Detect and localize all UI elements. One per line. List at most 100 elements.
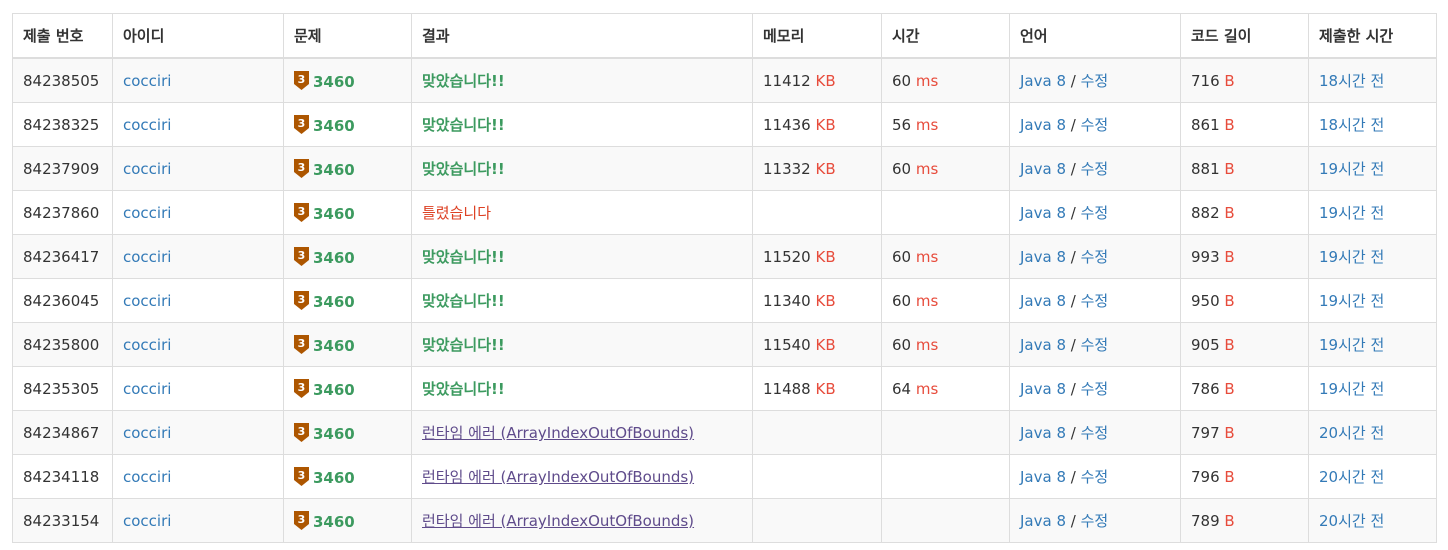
submitted-at-link[interactable]: 19시간 전 [1319, 160, 1384, 178]
user-id-link[interactable]: cocciri [123, 336, 171, 354]
memory-value: 11436 [763, 115, 811, 134]
submitted-at-link[interactable]: 20시간 전 [1319, 468, 1384, 486]
language-link[interactable]: Java 8 [1020, 72, 1066, 90]
table-row: 84237909 cocciri 3 3460 맞았습니다!! 11332 KB… [12, 146, 1437, 191]
problem-link[interactable]: 3460 [313, 117, 355, 135]
language-link[interactable]: Java 8 [1020, 248, 1066, 266]
edit-link[interactable]: 수정 [1081, 160, 1109, 178]
user-id-link[interactable]: cocciri [123, 468, 171, 486]
code-length-link[interactable]: 861 B [1191, 116, 1235, 134]
language-link[interactable]: Java 8 [1020, 292, 1066, 310]
edit-link[interactable]: 수정 [1081, 292, 1109, 310]
table-row: 84235800 cocciri 3 3460 맞았습니다!! 11540 KB… [12, 322, 1437, 367]
submitted-at-link[interactable]: 18시간 전 [1319, 72, 1384, 90]
language-cell: Java 8 / 수정 [1009, 190, 1181, 235]
problem-link[interactable]: 3460 [313, 425, 355, 443]
code-length-link[interactable]: 905 B [1191, 336, 1235, 354]
language-link[interactable]: Java 8 [1020, 468, 1066, 486]
problem-link[interactable]: 3460 [313, 161, 355, 179]
table-row: 84234867 cocciri 3 3460 런타임 에러 (ArrayInd… [12, 410, 1437, 455]
user-id-link[interactable]: cocciri [123, 204, 171, 222]
result-cell: 맞았습니다!! [411, 234, 753, 279]
problem-link[interactable]: 3460 [313, 469, 355, 487]
table-row: 84235305 cocciri 3 3460 맞았습니다!! 11488 KB… [12, 366, 1437, 411]
code-length-cell: 950 B [1180, 278, 1309, 323]
table-row: 84233154 cocciri 3 3460 런타임 에러 (ArrayInd… [12, 498, 1437, 543]
memory-cell: 11436 KB [752, 102, 882, 147]
submitted-at-link[interactable]: 19시간 전 [1319, 204, 1384, 222]
problem-link[interactable]: 3460 [313, 381, 355, 399]
result-cell: 런타임 에러 (ArrayIndexOutOfBounds) [411, 498, 753, 543]
memory-value: 11540 [763, 335, 811, 354]
submitted-at-link[interactable]: 20시간 전 [1319, 512, 1384, 530]
user-id-link[interactable]: cocciri [123, 160, 171, 178]
problem-link[interactable]: 3460 [313, 337, 355, 355]
memory-cell: 11540 KB [752, 322, 882, 367]
submitted-at-link[interactable]: 19시간 전 [1319, 292, 1384, 310]
user-id-link[interactable]: cocciri [123, 424, 171, 442]
result-text[interactable]: 런타임 에러 (ArrayIndexOutOfBounds) [422, 468, 694, 486]
memory-cell: 11340 KB [752, 278, 882, 323]
time-value-wrap: 60 ms [892, 336, 938, 354]
table-body: 84238505 cocciri 3 3460 맞았습니다!! 11412 KB… [12, 57, 1437, 543]
svg-text:3: 3 [298, 381, 306, 394]
user-id-link[interactable]: cocciri [123, 116, 171, 134]
header-user-id: 아이디 [112, 13, 284, 59]
edit-link[interactable]: 수정 [1081, 380, 1109, 398]
problem-link[interactable]: 3460 [313, 513, 355, 531]
memory-unit: KB [815, 115, 836, 134]
submitted-at-link[interactable]: 19시간 전 [1319, 336, 1384, 354]
code-length-link[interactable]: 796 B [1191, 468, 1235, 486]
result-cell: 틀렸습니다 [411, 190, 753, 235]
svg-text:3: 3 [298, 205, 306, 218]
user-id-link[interactable]: cocciri [123, 248, 171, 266]
language-link[interactable]: Java 8 [1020, 336, 1066, 354]
problem-link[interactable]: 3460 [313, 249, 355, 267]
submitted-at-link[interactable]: 18시간 전 [1319, 116, 1384, 134]
edit-link[interactable]: 수정 [1081, 116, 1109, 134]
user-id-link[interactable]: cocciri [123, 380, 171, 398]
language-link[interactable]: Java 8 [1020, 160, 1066, 178]
language-link[interactable]: Java 8 [1020, 512, 1066, 530]
user-id-link[interactable]: cocciri [123, 292, 171, 310]
code-length-link[interactable]: 950 B [1191, 292, 1235, 310]
code-length-link[interactable]: 789 B [1191, 512, 1235, 530]
header-submission-id: 제출 번호 [12, 13, 113, 59]
table-row: 84238325 cocciri 3 3460 맞았습니다!! 11436 KB… [12, 102, 1437, 147]
language-link[interactable]: Java 8 [1020, 204, 1066, 222]
problem-link[interactable]: 3460 [313, 205, 355, 223]
code-length-link[interactable]: 993 B [1191, 248, 1235, 266]
edit-link[interactable]: 수정 [1081, 468, 1109, 486]
edit-link[interactable]: 수정 [1081, 512, 1109, 530]
result-text[interactable]: 런타임 에러 (ArrayIndexOutOfBounds) [422, 424, 694, 442]
code-length-link[interactable]: 786 B [1191, 380, 1235, 398]
submitted-at-link[interactable]: 20시간 전 [1319, 424, 1384, 442]
submitted-at-link[interactable]: 19시간 전 [1319, 248, 1384, 266]
submitted-at-cell: 19시간 전 [1308, 278, 1437, 323]
code-length-link[interactable]: 882 B [1191, 204, 1235, 222]
user-id-cell: cocciri [112, 322, 284, 367]
edit-link[interactable]: 수정 [1081, 204, 1109, 222]
edit-link[interactable]: 수정 [1081, 336, 1109, 354]
problem-link[interactable]: 3460 [313, 293, 355, 311]
submitted-at-link[interactable]: 19시간 전 [1319, 380, 1384, 398]
submission-id-cell: 84235305 [12, 366, 113, 411]
code-length-cell: 905 B [1180, 322, 1309, 367]
memory-value-wrap: 11436 KB [763, 116, 836, 134]
edit-link[interactable]: 수정 [1081, 424, 1109, 442]
code-length-link[interactable]: 716 B [1191, 72, 1235, 90]
code-length-link[interactable]: 881 B [1191, 160, 1235, 178]
language-link[interactable]: Java 8 [1020, 116, 1066, 134]
problem-link[interactable]: 3460 [313, 73, 355, 91]
result-text[interactable]: 런타임 에러 (ArrayIndexOutOfBounds) [422, 512, 694, 530]
user-id-link[interactable]: cocciri [123, 512, 171, 530]
time-cell: 60 ms [881, 57, 1010, 103]
user-id-link[interactable]: cocciri [123, 72, 171, 90]
language-link[interactable]: Java 8 [1020, 380, 1066, 398]
edit-link[interactable]: 수정 [1081, 248, 1109, 266]
submission-id-cell: 84238325 [12, 102, 113, 147]
language-separator: / [1066, 468, 1081, 486]
edit-link[interactable]: 수정 [1081, 72, 1109, 90]
language-link[interactable]: Java 8 [1020, 424, 1066, 442]
code-length-link[interactable]: 797 B [1191, 424, 1235, 442]
